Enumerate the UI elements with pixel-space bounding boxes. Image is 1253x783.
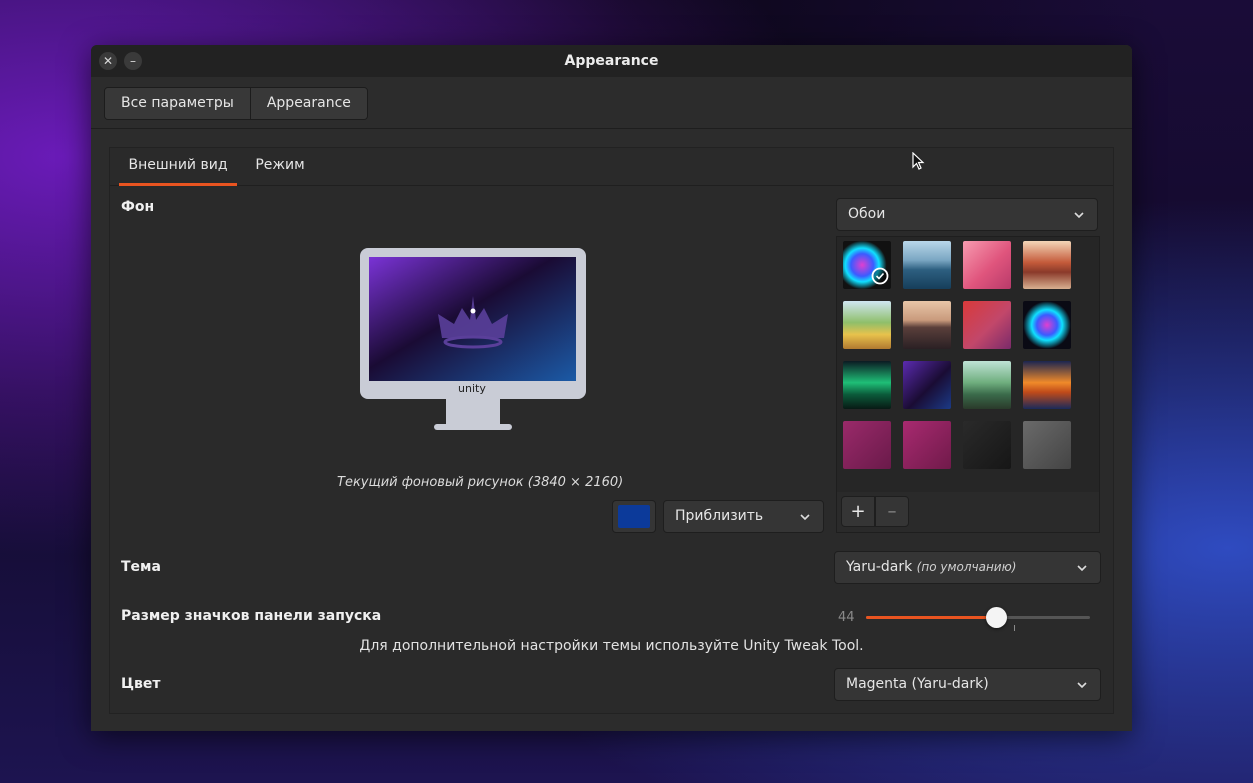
fit-mode-value: Приблизить: [675, 508, 764, 524]
theme-label: Тема: [121, 559, 161, 575]
wallpaper-thumb[interactable]: [903, 241, 951, 289]
remove-wallpaper-button[interactable]: –: [875, 496, 909, 527]
wallpaper-thumb[interactable]: [843, 241, 891, 289]
wallpaper-thumb[interactable]: [843, 361, 891, 409]
unity-tweak-hint: Для дополнительной настройки темы исполь…: [359, 638, 864, 654]
wallpaper-thumb[interactable]: [1023, 301, 1071, 349]
wallpaper-grid: [836, 236, 1100, 493]
wallpaper-thumb[interactable]: [843, 301, 891, 349]
launcher-size-label: Размер значков панели запуска: [121, 608, 382, 624]
wallpaper-thumb[interactable]: [963, 301, 1011, 349]
wallpaper-thumb[interactable]: [1023, 241, 1071, 289]
slider-tick: [1014, 625, 1015, 631]
wallpaper-thumb[interactable]: [963, 241, 1011, 289]
color-swatch: [618, 505, 650, 528]
theme-combo[interactable]: Yaru-dark (по умолчанию): [834, 551, 1101, 584]
wallpaper-thumb[interactable]: [903, 421, 951, 469]
wallpaper-grid-toolbar: + –: [836, 492, 1100, 533]
breadcrumb: Все параметры Appearance: [104, 87, 368, 120]
divider: [91, 128, 1132, 129]
chevron-down-icon: [800, 513, 810, 520]
color-combo[interactable]: Magenta (Yaru-dark): [834, 668, 1101, 701]
color-label: Цвет: [121, 676, 161, 692]
chevron-down-icon: [1077, 564, 1087, 571]
launcher-size-value: 44: [838, 610, 855, 625]
appearance-window: ✕ – Appearance Все параметры Appearance …: [91, 45, 1132, 731]
chevron-down-icon: [1077, 681, 1087, 688]
window-title: Appearance: [564, 53, 659, 69]
slider-fill: [866, 616, 996, 619]
current-wallpaper-caption: Текущий фоновый рисунок (3840 × 2160): [337, 475, 624, 490]
fit-mode-combo[interactable]: Приблизить: [663, 500, 824, 533]
wallpaper-thumb[interactable]: [903, 301, 951, 349]
wallpaper-source-value: Обои: [848, 206, 886, 222]
breadcrumb-all-settings[interactable]: Все параметры: [105, 88, 250, 119]
monitor-preview: [360, 248, 586, 430]
wallpaper-thumb[interactable]: [963, 361, 1011, 409]
wallpaper-thumb[interactable]: [1023, 361, 1071, 409]
wallpaper-thumb[interactable]: [963, 421, 1011, 469]
breadcrumb-appearance[interactable]: Appearance: [249, 88, 367, 119]
selected-check-icon: [871, 267, 889, 285]
wallpaper-thumb[interactable]: [1023, 421, 1071, 469]
theme-value: Yaru-dark: [846, 559, 913, 575]
launcher-size-slider[interactable]: [866, 607, 1090, 628]
mouse-cursor-icon: [912, 152, 925, 170]
color-value: Magenta (Yaru-dark): [846, 676, 989, 692]
add-wallpaper-button[interactable]: +: [841, 496, 875, 527]
settings-panel: Внешний вид Режим Фон unity Текущий фоно…: [109, 147, 1114, 714]
wallpaper-thumb[interactable]: [843, 421, 891, 469]
chevron-down-icon: [1074, 211, 1084, 218]
tab-mode[interactable]: Режим: [250, 148, 310, 185]
titlebar: ✕ – Appearance: [91, 45, 1132, 77]
theme-default-note: (по умолчанию): [916, 560, 1017, 574]
background-color-button[interactable]: [612, 500, 656, 533]
slider-knob[interactable]: [985, 607, 1007, 628]
tab-appearance[interactable]: Внешний вид: [119, 148, 237, 186]
background-label: Фон: [121, 199, 155, 215]
wallpaper-thumb[interactable]: [903, 361, 951, 409]
monitor-label: unity: [458, 382, 486, 395]
tab-bar: Внешний вид Режим: [110, 148, 1113, 186]
wallpaper-source-combo[interactable]: Обои: [836, 198, 1098, 231]
plus-icon: +: [850, 501, 866, 522]
minus-icon: –: [887, 501, 897, 522]
